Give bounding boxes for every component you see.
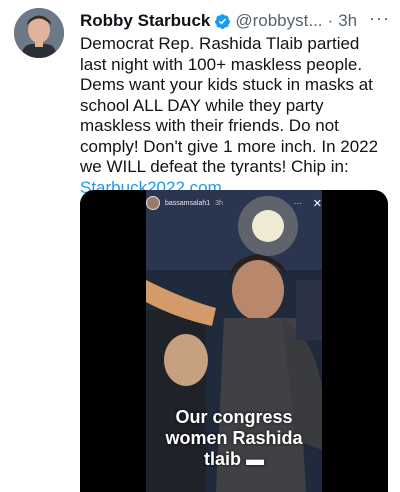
author-name[interactable]: Robby Starbuck (80, 11, 210, 31)
tweet[interactable]: Robby Starbuck @robbyst... · 3h ··· Demo… (0, 0, 400, 492)
video-player[interactable]: bassamsalah1 3h ··· ✕ Our congress women… (80, 190, 388, 492)
story-time: 3h (215, 199, 223, 207)
verified-badge-icon (215, 13, 231, 29)
separator-dot: · (327, 11, 334, 30)
close-icon: ✕ (312, 197, 322, 210)
tweet-body: Democrat Rep. Rashida Tlaib partied last… (80, 34, 379, 176)
tweet-text: Democrat Rep. Rashida Tlaib partied last… (80, 34, 390, 198)
author-handle[interactable]: @robbyst... (235, 11, 322, 31)
caption-line-1: Our congress (175, 407, 293, 427)
avatar[interactable] (14, 8, 64, 58)
tweet-header: Robby Starbuck @robbyst... · 3h ··· (80, 8, 390, 32)
more-icon[interactable]: ··· (369, 8, 390, 29)
story-avatar (146, 196, 160, 210)
story-more-icon: ··· (293, 198, 302, 208)
avatar-photo (14, 8, 64, 58)
video-caption: Our congress women Rashida tlaib ▬ (146, 407, 322, 470)
caption-line-3: tlaib ▬ (203, 449, 264, 469)
story-header: bassamsalah1 3h ··· ✕ (146, 196, 322, 210)
caption-line-2: women Rashida (165, 428, 303, 448)
story-username: bassamsalah1 (165, 199, 211, 207)
timestamp[interactable]: 3h (338, 11, 357, 31)
